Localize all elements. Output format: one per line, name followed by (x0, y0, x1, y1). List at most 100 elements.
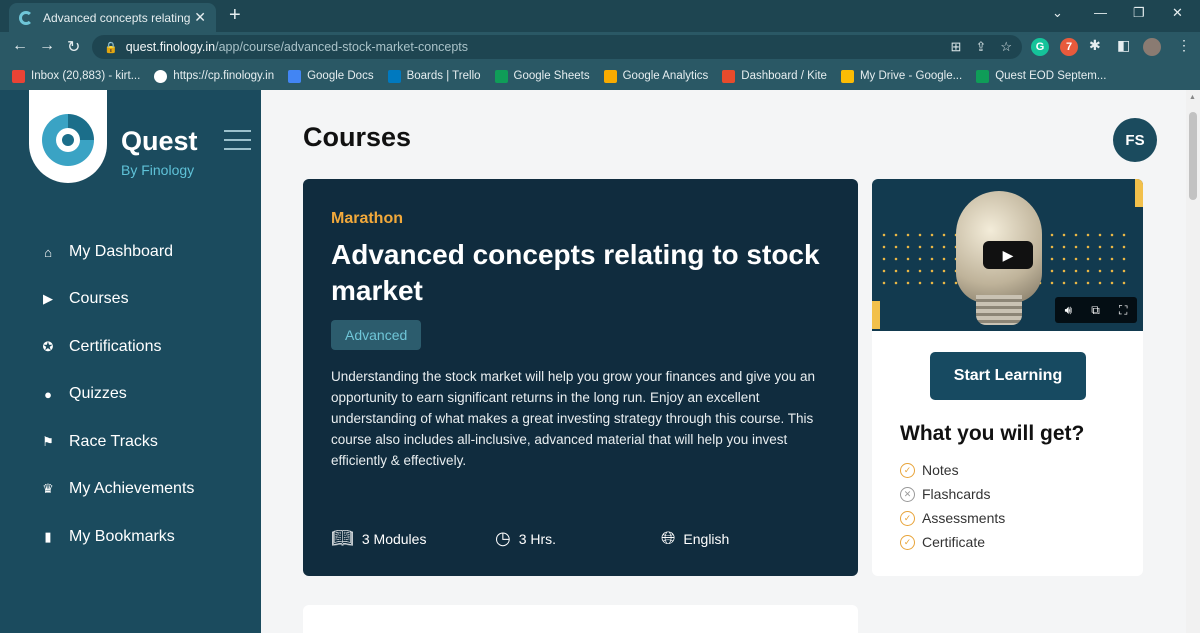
sidebar-item-certifications[interactable]: ✪ Certifications (40, 338, 162, 356)
app-viewport: Quest By Finology ⌂ My Dashboard ▶ Cours… (0, 90, 1200, 633)
sidebar-item-race-tracks[interactable]: ⚑ Race Tracks (40, 433, 158, 451)
checkered-flag-icon: ⚑ (42, 434, 54, 449)
sidebar-item-label: Courses (69, 290, 129, 307)
picture-in-picture-icon[interactable]: ⧉ (1091, 303, 1100, 318)
play-icon[interactable]: ▶ (983, 241, 1033, 269)
google-sheets-icon (976, 69, 990, 83)
course-card: Marathon Advanced concepts relating to s… (303, 179, 858, 576)
brand-subtitle: By Finology (121, 162, 195, 178)
course-type-tag: Marathon (331, 210, 403, 227)
new-tab-button[interactable]: + (229, 5, 241, 25)
benefits-title: What you will get? (900, 422, 1085, 445)
bookmark-google-analytics[interactable]: Google Analytics (603, 69, 708, 83)
tab-close-icon[interactable]: ✕ (194, 9, 206, 26)
start-learning-button[interactable]: Start Learning (930, 352, 1086, 400)
share-icon[interactable]: ⇪ (975, 39, 986, 55)
user-avatar[interactable]: FS (1113, 118, 1157, 162)
tab-title: Advanced concepts relating to st (43, 10, 193, 25)
minimize-button[interactable]: — (1094, 5, 1107, 20)
profile-avatar-icon[interactable] (1143, 38, 1161, 56)
url-path: /app/course/advanced-stock-market-concep… (215, 40, 469, 54)
sidebar-item-courses[interactable]: ▶ Courses (40, 290, 129, 308)
close-window-button[interactable]: ✕ (1172, 5, 1183, 21)
hamburger-menu-icon[interactable] (224, 130, 251, 157)
bookmark-kite[interactable]: Dashboard / Kite (722, 69, 827, 83)
sidebar-item-label: Race Tracks (69, 433, 158, 450)
bookmark-quest-eod[interactable]: Quest EOD Septem... (976, 69, 1106, 83)
cross-circle-icon: ✕ (900, 486, 915, 502)
install-app-icon[interactable]: ⊞ (951, 39, 962, 55)
browser-toolbar: ← → ↻ 🔒 quest.finology.in /app/course/ad… (0, 32, 1200, 62)
google-drive-icon (840, 69, 854, 83)
home-icon: ⌂ (44, 244, 52, 260)
page-scrollbar[interactable]: ▲ (1186, 90, 1200, 633)
maximize-button[interactable]: ❐ (1133, 5, 1145, 21)
check-circle-icon: ✓ (900, 534, 915, 550)
course-language: 🌐︎ English (661, 528, 730, 548)
quest-logo-icon (42, 114, 94, 166)
brand-name: Quest (121, 126, 198, 156)
course-title: Advanced concepts relating to stock mark… (331, 239, 820, 306)
bookmark-gmail[interactable]: Inbox (20,883) - kirt... (12, 69, 140, 83)
browser-menu-icon[interactable]: ⋮ (1177, 37, 1191, 54)
course-duration: ◷ 3 Hrs. (495, 528, 557, 548)
bookmark-icon: ▮ (44, 529, 52, 544)
extensions-puzzle-icon[interactable]: ✱ (1089, 37, 1101, 54)
page-title: Courses (303, 122, 412, 152)
trello-icon (387, 69, 401, 83)
video-controls: 🔊︎ ⧉ ⛶ (1055, 297, 1137, 323)
google-analytics-icon (603, 69, 617, 83)
lock-icon: 🔒 (104, 41, 118, 54)
sidebar-item-my-achievements[interactable]: ♛ My Achievements (40, 480, 194, 498)
globe-icon (154, 69, 168, 83)
benefit-item: ✕ Flashcards (900, 486, 990, 502)
bookmark-cp-finology[interactable]: https://cp.finology.in (154, 69, 274, 83)
check-circle-icon: ✓ (900, 510, 915, 526)
quest-logo[interactable] (29, 90, 107, 183)
volume-icon[interactable]: 🔊︎ (1065, 303, 1073, 318)
kite-icon (722, 69, 736, 83)
scroll-up-icon[interactable]: ▲ (1189, 94, 1196, 101)
sidebar-item-label: Certifications (69, 338, 162, 355)
sidebar-item-label: Quizzes (69, 385, 127, 402)
trophy-icon: ♛ (42, 481, 54, 496)
back-arrow-icon[interactable]: ← (12, 37, 28, 55)
url-host: quest.finology.in (125, 40, 216, 54)
bookmark-star-icon[interactable]: ☆ (1000, 39, 1012, 55)
main-content: Courses FS Marathon Advanced concepts re… (261, 90, 1186, 633)
sidebar-item-quizzes[interactable]: ● Quizzes (40, 385, 127, 403)
bookmark-google-drive[interactable]: My Drive - Google... (840, 69, 962, 83)
fullscreen-icon[interactable]: ⛶ (1119, 303, 1127, 318)
book-icon: 📖︎ (331, 528, 354, 548)
benefit-item: ✓ Assessments (900, 510, 1005, 526)
bookmark-google-sheets[interactable]: Google Sheets (494, 69, 590, 83)
tab-search-icon[interactable]: ⌄ (1052, 5, 1063, 21)
lightbulb-icon: ● (44, 386, 52, 402)
forward-arrow-icon[interactable]: → (39, 37, 55, 55)
course-description: Understanding the stock market will help… (331, 369, 816, 468)
scrollbar-thumb[interactable] (1189, 112, 1197, 200)
browser-tab[interactable]: Advanced concepts relating to st ✕ (9, 3, 216, 32)
bookmark-google-docs[interactable]: Google Docs (288, 69, 374, 83)
side-panel-icon[interactable]: ◧ (1117, 37, 1130, 54)
sidebar-item-label: My Achievements (69, 480, 195, 497)
benefit-item: ✓ Certificate (900, 534, 985, 550)
address-bar[interactable]: 🔒 quest.finology.in /app/course/advanced… (92, 35, 1022, 59)
level-badge: Advanced (331, 320, 422, 350)
globe-icon: 🌐︎ (661, 528, 676, 548)
sidebar-item-my-dashboard[interactable]: ⌂ My Dashboard (40, 243, 173, 261)
bookmark-trello[interactable]: Boards | Trello (387, 69, 481, 83)
benefit-item: ✓ Notes (900, 462, 959, 478)
sidebar-item-label: My Dashboard (69, 243, 174, 260)
course-video[interactable]: ▶ 🔊︎ ⧉ ⛶ (872, 179, 1143, 331)
clock-icon: ◷ (495, 528, 511, 548)
google-docs-icon (288, 69, 302, 83)
extension-red-icon[interactable]: 7 (1060, 38, 1078, 56)
browser-tab-strip: Advanced concepts relating to st ✕ + ⌄ —… (0, 0, 1200, 32)
quest-favicon-icon (19, 10, 33, 25)
modules-count: 📖︎ 3 Modules (331, 528, 427, 548)
reload-icon[interactable]: ↻ (67, 37, 80, 57)
gmail-icon (12, 69, 25, 83)
sidebar-item-my-bookmarks[interactable]: ▮ My Bookmarks (40, 528, 174, 546)
grammarly-icon[interactable]: G (1031, 38, 1049, 56)
